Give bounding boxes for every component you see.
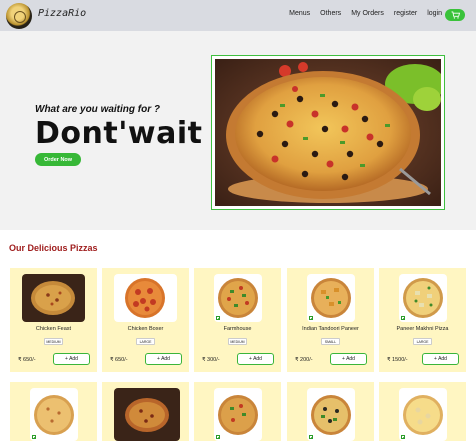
pizza-size-badge: MEDIUM [44,338,63,345]
navbar: PizzaRio Menus Others My Orders register… [0,0,476,31]
pizza-image [114,274,177,322]
nav-login[interactable]: login [427,10,442,17]
veg-icon [309,435,313,439]
pizza-name: Indian Tandoori Paneer [302,326,359,332]
pizza-card: Paneer Makhni Pizza LARGE ₹ 1500/- + Add [379,268,466,372]
pizza-name: Chicken Feast [35,326,72,332]
pizza-card: Chicken Boxer LARGE ₹ 650/- + Add [102,268,189,372]
pizza-size-badge: LARGE [413,338,432,345]
pizza-card [287,382,374,441]
section-title: Our Delicious Pizzas [9,243,98,253]
pizza-image [307,388,355,441]
add-button[interactable]: + Add [145,353,182,365]
pizza-size-badge: SMALL [321,338,340,345]
veg-icon [401,435,405,439]
pizza-image [30,388,78,441]
pizza-card [194,382,281,441]
add-button[interactable]: + Add [237,353,274,365]
pizza-price: ₹ 300/- [202,357,220,363]
add-button[interactable]: + Add [422,353,459,365]
logo[interactable] [6,3,32,29]
pizza-price: ₹ 200/- [295,357,313,363]
pizza-card: Indian Tandoori Paneer SMALL ₹ 200/- + A… [287,268,374,372]
pizza-size-badge: LARGE [136,338,155,345]
veg-icon [401,316,405,320]
nav-links: Menus Others My Orders register login [279,10,442,17]
pizza-price: ₹ 650/- [110,357,128,363]
hero-question: What are you waiting for ? [35,104,161,115]
pizza-name: Farmhouse [223,326,252,332]
pizza-size-badge: MEDIUM [228,338,247,345]
veg-icon [216,316,220,320]
pizza-card: Farmhouse MEDIUM ₹ 300/- + Add [194,268,281,372]
pizza-image [214,388,262,441]
pizza-image [214,274,262,322]
pizza-price: ₹ 650/- [18,357,36,363]
nav-menus[interactable]: Menus [289,10,310,17]
cart-icon [451,11,460,19]
order-now-button[interactable]: Order Now [35,153,81,166]
pizza-card [10,382,97,441]
pizza-image [114,388,180,441]
hero-headline: Dont'wait ! [35,116,228,151]
veg-icon [32,435,36,439]
nav-register[interactable]: register [394,10,417,17]
pizza-image [307,274,355,322]
pizza-card [102,382,189,441]
veg-icon [216,435,220,439]
pizza-image [399,388,447,441]
pizza-image [22,274,85,322]
pizza-name: Chicken Boxer [127,326,164,332]
add-button[interactable]: + Add [330,353,367,365]
pizza-price: ₹ 1500/- [387,357,408,363]
nav-others[interactable]: Others [320,10,341,17]
pizza-name: Paneer Makhni Pizza [396,326,449,332]
hero-pizza-image [215,59,441,206]
add-button[interactable]: + Add [53,353,90,365]
pizza-image [399,274,447,322]
nav-my-orders[interactable]: My Orders [351,10,384,17]
cart-button[interactable] [445,9,465,21]
pizza-card [379,382,466,441]
brand-name[interactable]: PizzaRio [38,8,86,19]
veg-icon [309,316,313,320]
pizza-card: Chicken Feast MEDIUM ₹ 650/- + Add [10,268,97,372]
hero-image-frame [211,55,445,210]
